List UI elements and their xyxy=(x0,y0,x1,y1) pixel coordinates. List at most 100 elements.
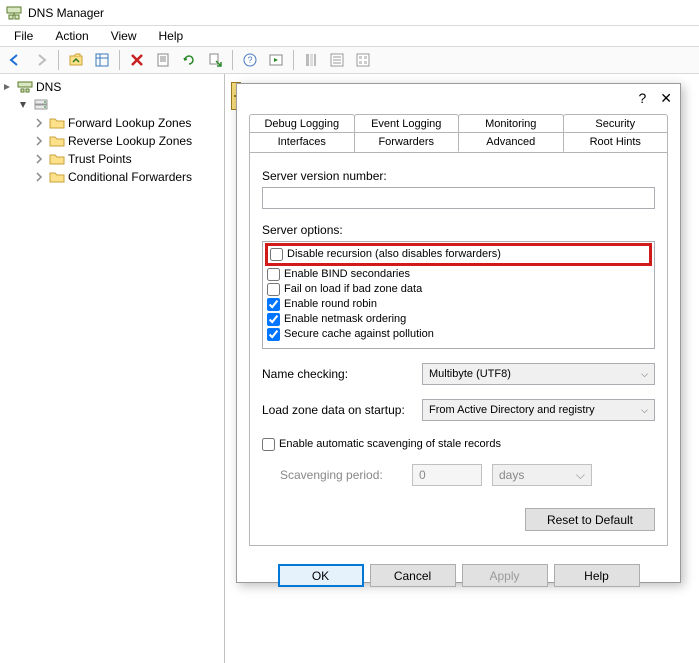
tab-forwarders[interactable]: Forwarders xyxy=(354,132,460,152)
folder-icon xyxy=(49,169,65,185)
dialog-title-bar: ? ✕ xyxy=(237,84,680,112)
option-label: Secure cache against pollution xyxy=(284,327,434,342)
up-button[interactable] xyxy=(65,49,87,71)
tree-expand-icon[interactable] xyxy=(34,118,46,128)
scavenging-period-input: 0 xyxy=(412,464,482,486)
tree-server-node[interactable] xyxy=(18,96,222,114)
checkbox-fail-on-load[interactable] xyxy=(267,283,280,296)
tree-item-forward-zones[interactable]: Forward Lookup Zones xyxy=(34,114,222,132)
server-properties-dialog: ? ✕ Debug Logging Event Logging Monitori… xyxy=(236,83,681,583)
cancel-button[interactable]: Cancel xyxy=(370,564,456,587)
option-label: Enable BIND secondaries xyxy=(284,267,410,282)
server-version-input[interactable] xyxy=(262,187,655,209)
option-secure-cache[interactable]: Secure cache against pollution xyxy=(267,327,650,342)
svg-text:?: ? xyxy=(247,55,252,65)
tree-item-reverse-zones[interactable]: Reverse Lookup Zones xyxy=(34,132,222,150)
tab-interfaces[interactable]: Interfaces xyxy=(249,132,355,152)
checkbox-round-robin[interactable] xyxy=(267,298,280,311)
tree-expand-icon[interactable] xyxy=(34,154,46,164)
chevron-down-icon: ⌵ xyxy=(641,405,648,416)
checkbox-disable-recursion[interactable] xyxy=(270,248,283,261)
run-button[interactable] xyxy=(265,49,287,71)
tree-item-trust-points[interactable]: Trust Points xyxy=(34,150,222,168)
tree-pane[interactable]: DNS Forward Lookup Zon xyxy=(0,74,225,663)
load-zone-label: Load zone data on startup: xyxy=(262,403,412,417)
menu-view[interactable]: View xyxy=(101,28,147,44)
tree-root-dns[interactable]: DNS xyxy=(2,78,222,96)
tree-item-label: Reverse Lookup Zones xyxy=(68,134,192,148)
tree-toggle-icon[interactable] xyxy=(2,82,14,92)
properties-button[interactable] xyxy=(152,49,174,71)
tree-expand-icon[interactable] xyxy=(34,172,46,182)
name-checking-select[interactable]: Multibyte (UTF8) ⌵ xyxy=(422,363,655,385)
filter3-button[interactable] xyxy=(352,49,374,71)
scavenging-label: Enable automatic scavenging of stale rec… xyxy=(279,437,501,452)
option-fail-on-load[interactable]: Fail on load if bad zone data xyxy=(267,282,650,297)
load-zone-select[interactable]: From Active Directory and registry ⌵ xyxy=(422,399,655,421)
tab-advanced[interactable]: Advanced xyxy=(458,132,564,152)
reset-to-default-button[interactable]: Reset to Default xyxy=(525,508,655,531)
refresh-button[interactable] xyxy=(178,49,200,71)
back-button[interactable] xyxy=(4,49,26,71)
server-icon xyxy=(33,97,49,113)
option-enable-bind[interactable]: Enable BIND secondaries xyxy=(267,267,650,282)
server-options-label: Server options: xyxy=(262,223,655,237)
tree-toggle-icon[interactable] xyxy=(18,100,30,110)
tab-debug-logging[interactable]: Debug Logging xyxy=(249,114,355,133)
scavenging-checkbox-row[interactable]: Enable automatic scavenging of stale rec… xyxy=(262,437,655,452)
name-checking-label: Name checking: xyxy=(262,367,412,381)
filter1-button[interactable] xyxy=(300,49,322,71)
checkbox-secure-cache[interactable] xyxy=(267,328,280,341)
option-round-robin[interactable]: Enable round robin xyxy=(267,297,650,312)
tab-event-logging[interactable]: Event Logging xyxy=(354,114,460,133)
help-button-dialog[interactable]: Help xyxy=(554,564,640,587)
scavenging-unit-select: days ⌵ xyxy=(492,464,592,486)
chevron-down-icon: ⌵ xyxy=(641,369,648,380)
option-disable-recursion[interactable]: Disable recursion (also disables forward… xyxy=(270,247,647,262)
folder-icon xyxy=(49,151,65,167)
toolbar: ? xyxy=(0,46,699,74)
help-label: Help xyxy=(584,569,609,583)
highlight-disable-recursion: Disable recursion (also disables forward… xyxy=(265,243,652,266)
forward-button xyxy=(30,49,52,71)
tab-security[interactable]: Security xyxy=(563,114,669,133)
help-button[interactable]: ? xyxy=(239,49,261,71)
option-label: Disable recursion (also disables forward… xyxy=(287,247,501,262)
scavenging-period-label: Scavenging period: xyxy=(262,468,402,482)
title-bar: DNS Manager xyxy=(0,0,699,26)
chevron-down-icon: ⌵ xyxy=(576,468,585,483)
dns-root-icon xyxy=(17,79,33,95)
delete-button[interactable] xyxy=(126,49,148,71)
checkbox-enable-bind[interactable] xyxy=(267,268,280,281)
option-netmask-ordering[interactable]: Enable netmask ordering xyxy=(267,312,650,327)
advanced-panel: Server version number: Server options: D… xyxy=(249,152,668,546)
checkbox-scavenging[interactable] xyxy=(262,438,275,451)
dns-manager-icon xyxy=(6,5,22,21)
scavenging-period-value: 0 xyxy=(419,468,426,482)
tree-item-conditional-forwarders[interactable]: Conditional Forwarders xyxy=(34,168,222,186)
option-label: Enable round robin xyxy=(284,297,377,312)
ok-label: OK xyxy=(312,569,329,583)
export-button[interactable] xyxy=(204,49,226,71)
dialog-close-button[interactable]: ✕ xyxy=(660,90,672,107)
menu-file[interactable]: File xyxy=(4,28,43,44)
dialog-button-row: OK Cancel Apply Help xyxy=(237,556,680,597)
show-hide-button[interactable] xyxy=(91,49,113,71)
folder-icon xyxy=(49,115,65,131)
folder-icon xyxy=(49,133,65,149)
apply-button[interactable]: Apply xyxy=(462,564,548,587)
server-options-list[interactable]: Disable recursion (also disables forward… xyxy=(262,241,655,349)
load-zone-value: From Active Directory and registry xyxy=(429,404,595,416)
tab-monitoring[interactable]: Monitoring xyxy=(458,114,564,133)
tree-item-label: Trust Points xyxy=(68,152,132,166)
menu-action[interactable]: Action xyxy=(45,28,98,44)
tab-root-hints[interactable]: Root Hints xyxy=(563,132,669,152)
scavenging-unit-value: days xyxy=(499,468,524,482)
tab-strip: Debug Logging Event Logging Monitoring S… xyxy=(249,114,668,153)
menu-help[interactable]: Help xyxy=(149,28,194,44)
filter2-button[interactable] xyxy=(326,49,348,71)
checkbox-netmask-ordering[interactable] xyxy=(267,313,280,326)
tree-expand-icon[interactable] xyxy=(34,136,46,146)
dialog-help-button[interactable]: ? xyxy=(638,90,646,106)
ok-button[interactable]: OK xyxy=(278,564,364,587)
